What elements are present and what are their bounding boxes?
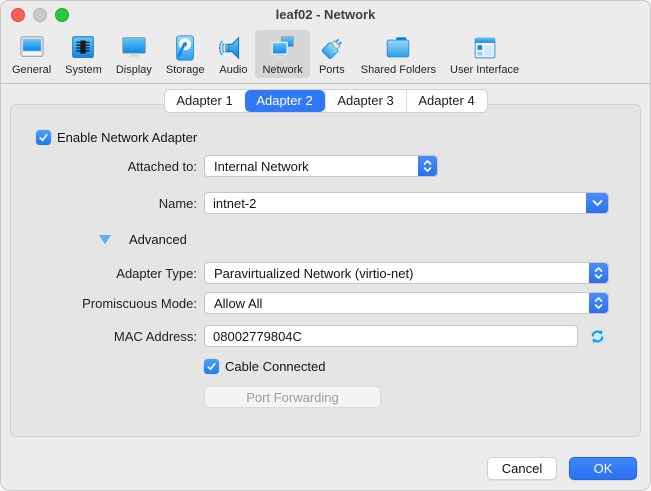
adapter-type-row: Adapter Type: Paravirtualized Network (v…	[11, 262, 640, 284]
mac-address-input[interactable]	[205, 329, 577, 344]
toolbar-label: Shared Folders	[361, 64, 436, 76]
traffic-lights	[11, 8, 69, 22]
adapter-tabs: Adapter 1 Adapter 2 Adapter 3 Adapter 4	[164, 89, 488, 113]
promiscuous-mode-row: Promiscuous Mode: Allow All	[11, 292, 640, 314]
tab-adapter-3[interactable]: Adapter 3	[325, 90, 406, 112]
toolbar-item-display[interactable]: Display	[109, 30, 159, 78]
adapter-type-select[interactable]: Paravirtualized Network (virtio-net)	[204, 262, 609, 284]
toolbar-label: General	[12, 64, 51, 76]
mac-address-field	[204, 325, 578, 347]
toolbar-item-audio[interactable]: Audio	[211, 30, 255, 78]
toolbar-label: Audio	[219, 64, 247, 76]
name-row: Name:	[11, 192, 640, 214]
enable-network-adapter-row: Enable Network Adapter	[36, 130, 197, 145]
toolbar-item-network[interactable]: Network	[255, 30, 309, 78]
name-combobox	[204, 192, 609, 214]
chevron-up-down-icon	[589, 293, 608, 313]
toolbar-label: Network	[262, 64, 302, 76]
titlebar: leaf02 - Network	[0, 0, 651, 28]
promiscuous-mode-label: Promiscuous Mode:	[11, 296, 197, 311]
toolbar-item-system[interactable]: System	[58, 30, 109, 78]
tab-adapter-1[interactable]: Adapter 1	[165, 90, 245, 112]
refresh-mac-icon[interactable]	[589, 328, 606, 345]
system-chip-icon	[68, 33, 98, 63]
cable-connected-row: Cable Connected	[204, 359, 325, 374]
window-title: leaf02 - Network	[276, 7, 376, 22]
name-label: Name:	[11, 196, 197, 211]
settings-window: leaf02 - Network General System Display …	[0, 0, 651, 491]
toolbar-item-ports[interactable]: Ports	[310, 30, 354, 78]
disclosure-triangle-icon	[99, 235, 111, 244]
cancel-button[interactable]: Cancel	[487, 457, 557, 480]
ok-button[interactable]: OK	[569, 457, 637, 480]
promiscuous-mode-select[interactable]: Allow All	[204, 292, 609, 314]
mac-address-row: MAC Address:	[11, 325, 640, 347]
toolbar-item-shared-folders[interactable]: Shared Folders	[354, 30, 443, 78]
user-interface-window-icon	[470, 33, 500, 63]
shared-folder-icon	[383, 33, 413, 63]
display-monitor-icon	[119, 33, 149, 63]
attached-to-label: Attached to:	[11, 159, 197, 174]
attached-to-value: Internal Network	[205, 159, 309, 174]
chevron-down-icon[interactable]	[586, 193, 608, 213]
network-screens-icon	[268, 33, 298, 63]
port-forwarding-button: Port Forwarding	[204, 386, 381, 408]
attached-to-row: Attached to: Internal Network	[11, 155, 640, 177]
toolbar-label: Display	[116, 64, 152, 76]
audio-speaker-icon	[218, 33, 248, 63]
advanced-disclosure[interactable]: Advanced	[99, 232, 187, 247]
chevron-up-down-icon	[589, 263, 608, 283]
toolbar-item-general[interactable]: General	[5, 30, 58, 78]
attached-to-select[interactable]: Internal Network	[204, 155, 438, 177]
toolbar-label: System	[65, 64, 102, 76]
chevron-up-down-icon	[418, 156, 437, 176]
settings-toolbar: General System Display Storage Audio Net…	[0, 28, 651, 84]
toolbar-item-storage[interactable]: Storage	[159, 30, 212, 78]
close-icon[interactable]	[11, 8, 25, 22]
storage-disk-icon	[170, 33, 200, 63]
tab-adapter-2[interactable]: Adapter 2	[245, 90, 325, 112]
tab-adapter-4[interactable]: Adapter 4	[406, 90, 487, 112]
toolbar-label: Storage	[166, 64, 205, 76]
enable-network-adapter-label: Enable Network Adapter	[57, 130, 197, 145]
adapter-settings-panel: Enable Network Adapter Attached to: Inte…	[10, 104, 641, 437]
adapter-type-value: Paravirtualized Network (virtio-net)	[205, 266, 413, 281]
toolbar-label: Ports	[319, 64, 345, 76]
cable-connected-checkbox[interactable]	[204, 359, 219, 374]
general-monitor-icon	[17, 33, 47, 63]
adapter-type-label: Adapter Type:	[11, 266, 197, 281]
toolbar-item-user-interface[interactable]: User Interface	[443, 30, 526, 78]
enable-network-adapter-checkbox[interactable]	[36, 130, 51, 145]
name-input[interactable]	[205, 196, 608, 211]
mac-address-label: MAC Address:	[11, 329, 197, 344]
minimize-icon	[33, 8, 47, 22]
promiscuous-mode-value: Allow All	[205, 296, 262, 311]
advanced-label: Advanced	[129, 232, 187, 247]
cable-connected-label: Cable Connected	[225, 359, 325, 374]
ports-plug-icon	[317, 33, 347, 63]
toolbar-label: User Interface	[450, 64, 519, 76]
zoom-icon[interactable]	[55, 8, 69, 22]
